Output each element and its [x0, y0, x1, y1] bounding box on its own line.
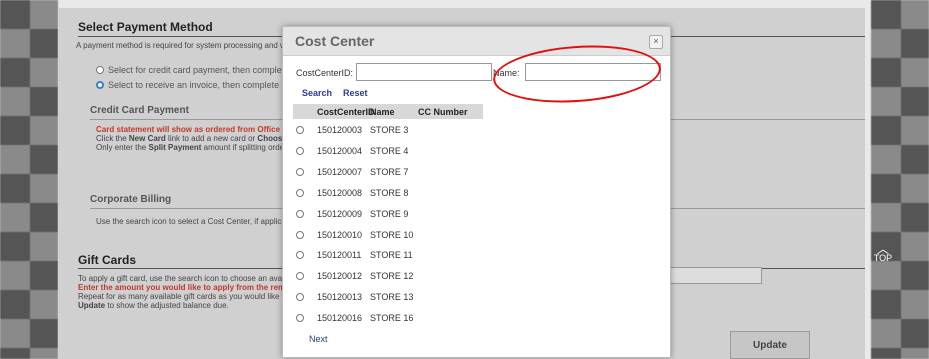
row-select-radio[interactable]	[296, 272, 304, 281]
gift-card-instruction-3: Repeat for as many available gift cards …	[78, 292, 296, 301]
row-select-radio[interactable]	[296, 293, 304, 302]
name-cell: STORE 8	[370, 187, 409, 198]
table-row[interactable]: 150120004 STORE 4	[293, 141, 483, 161]
instruction-text: Click the	[96, 134, 129, 143]
table-row[interactable]: 150120007 STORE 7	[293, 162, 483, 182]
cost-center-id-cell: 150120009	[317, 208, 363, 219]
table-row[interactable]: 150120016 STORE 16	[293, 308, 483, 328]
top-label: TOP	[873, 253, 893, 263]
next-page-link[interactable]: Next	[309, 334, 328, 344]
table-row[interactable]: 150120012 STORE 12	[293, 266, 483, 286]
page-title: Select Payment Method	[78, 20, 213, 34]
cost-center-id-label: CostCenterID:	[296, 68, 354, 78]
corporate-billing-heading: Corporate Billing	[90, 194, 172, 205]
table-row[interactable]: 150120010 STORE 10	[293, 225, 483, 245]
cost-center-id-cell: 150120013	[317, 292, 363, 303]
gift-cards-heading: Gift Cards	[78, 253, 137, 267]
option-invoice-label: Select to receive an invoice, then compl…	[108, 80, 285, 90]
credit-card-heading: Credit Card Payment	[90, 105, 189, 116]
column-cc-number[interactable]: CC Number	[418, 107, 468, 117]
credit-card-radio[interactable]	[96, 66, 104, 74]
cost-center-id-input[interactable]	[356, 63, 492, 81]
right-decorative-strip	[871, 0, 929, 359]
statement-note: Card statement will show as ordered from…	[96, 125, 305, 134]
new-card-instruction: Click the New Card link to add a new car…	[96, 134, 299, 143]
row-select-radio[interactable]	[296, 251, 304, 260]
cost-center-id-cell: 150120010	[317, 229, 363, 240]
row-select-radio[interactable]	[296, 314, 304, 323]
update-button[interactable]: Update	[730, 331, 810, 359]
row-select-radio[interactable]	[296, 230, 304, 239]
results-table-header: CostCenterID Name CC Number	[293, 104, 483, 119]
instruction-text: to show the adjusted balance due.	[105, 301, 229, 310]
option-credit-card[interactable]: Select for credit card payment, then com…	[96, 65, 282, 75]
split-payment-label: Split Payment	[148, 143, 202, 152]
reset-link[interactable]: Reset	[343, 88, 368, 98]
name-cell: STORE 13	[370, 292, 414, 303]
name-cell: STORE 7	[370, 166, 409, 177]
cost-center-id-cell: 150120008	[317, 187, 363, 198]
new-card-link[interactable]: New Card	[129, 134, 166, 143]
table-row[interactable]: 150120011 STORE 11	[293, 245, 483, 265]
name-cell: STORE 16	[370, 313, 414, 324]
table-row[interactable]: 150120003 STORE 3	[293, 120, 483, 140]
intro-text: A payment method is required for system …	[76, 41, 288, 50]
instruction-text: link to add a new card or	[165, 134, 258, 143]
row-select-radio[interactable]	[296, 188, 304, 197]
instruction-text: Only enter the	[96, 143, 149, 152]
invoice-radio[interactable]	[96, 81, 104, 89]
close-icon[interactable]: ×	[649, 35, 663, 49]
name-cell: STORE 11	[370, 250, 413, 261]
cost-center-id-cell: 150120004	[317, 145, 363, 156]
cost-center-id-cell: 150120003	[317, 125, 363, 135]
column-name[interactable]: Name	[370, 107, 395, 117]
left-decorative-strip	[0, 0, 58, 359]
name-cell: STORE 10	[370, 229, 414, 240]
modal-title: Cost Center	[295, 33, 375, 49]
chevron-up-icon: ︿	[876, 242, 889, 256]
row-select-radio[interactable]	[296, 126, 304, 134]
gift-card-instruction-4: Update to show the adjusted balance due.	[78, 301, 229, 310]
name-cell: STORE 4	[370, 145, 409, 156]
table-row[interactable]: 150120008 STORE 8	[293, 183, 483, 203]
cost-center-id-cell: 150120016	[317, 313, 363, 324]
search-link[interactable]: Search	[302, 88, 332, 98]
row-select-radio[interactable]	[296, 146, 304, 155]
table-row[interactable]: 150120009 STORE 9	[293, 204, 483, 224]
row-select-radio[interactable]	[296, 167, 304, 176]
corporate-billing-text: Use the search icon to select a Cost Cen…	[96, 217, 293, 226]
row-select-radio[interactable]	[296, 209, 304, 218]
cost-center-id-cell: 150120007	[317, 166, 363, 177]
gift-card-instruction-2: Enter the amount you would like to apply…	[78, 283, 309, 292]
name-cell: STORE 9	[370, 208, 409, 219]
gift-card-instruction-1: To apply a gift card, use the search ico…	[78, 274, 293, 283]
option-credit-card-label: Select for credit card payment, then com…	[108, 65, 282, 75]
cost-center-id-cell: 150120011	[317, 250, 362, 261]
option-invoice[interactable]: Select to receive an invoice, then compl…	[96, 80, 284, 90]
cost-center-id-cell: 150120012	[317, 271, 363, 282]
name-cell: STORE 12	[370, 271, 414, 282]
split-payment-instruction: Only enter the Split Payment amount if s…	[96, 143, 296, 152]
back-to-top-button[interactable]: ︿ TOP	[868, 242, 898, 263]
update-word: Update	[78, 301, 106, 310]
name-cell: STORE 3	[370, 125, 409, 135]
table-row[interactable]: 150120013 STORE 13	[293, 287, 483, 307]
column-cost-center-id[interactable]: CostCenterID	[317, 107, 375, 117]
